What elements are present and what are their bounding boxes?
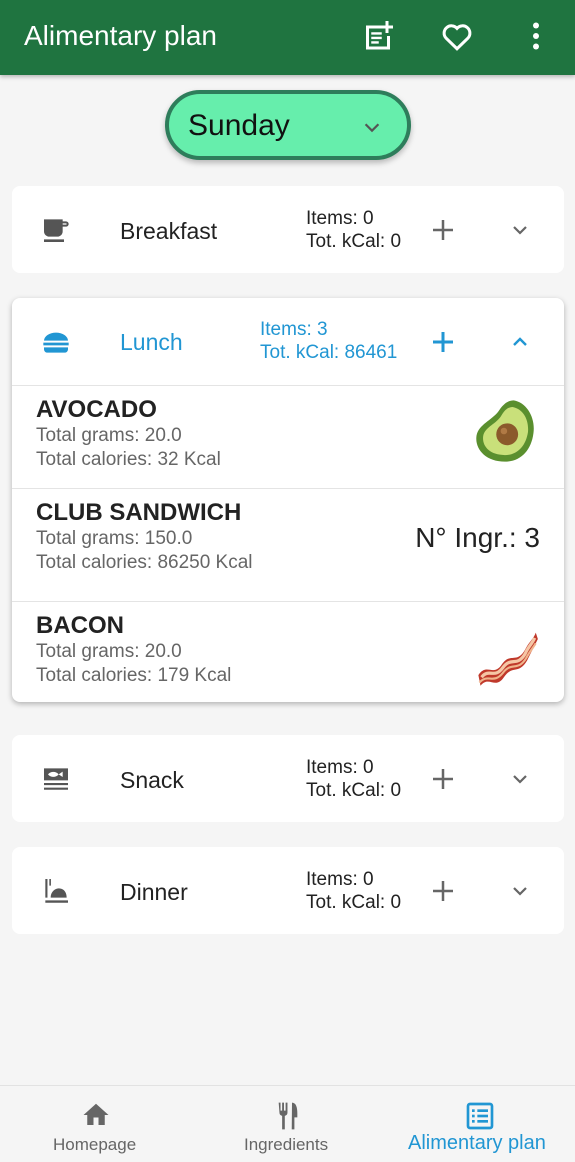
food-calories: Total calories: 179 Kcal [36,665,232,686]
meal-header[interactable]: Breakfast Items: 0 Tot. kCal: 0 [12,186,564,273]
meal-stats: Items: 3 Tot. kCal: 86461 [260,318,397,364]
meal-name: Breakfast [120,218,218,244]
meal-name: Dinner [120,879,188,905]
fork-knife-icon [278,1102,298,1130]
snack-icon [44,768,68,790]
nav-label: Homepage [53,1135,137,1154]
meal-items-count: Items: 0 [306,869,374,890]
meal-stats: Items: 0 Tot. kCal: 0 [306,868,401,914]
chevron-down-icon[interactable] [508,879,532,903]
food-item[interactable]: BACON Total grams: 20.0 Total calories: … [12,601,564,701]
nav-label: Ingredients [244,1135,329,1154]
heart-outline-icon[interactable] [437,16,477,56]
meal-card-dinner: Dinner Items: 0 Tot. kCal: 0 [12,847,564,934]
meal-header[interactable]: Dinner Items: 0 Tot. kCal: 0 [12,847,564,934]
meal-card-lunch: Lunch Items: 3 Tot. kCal: 86461 AVOCADO … [12,298,564,702]
meal-kcal-total: Tot. kCal: 86461 [260,342,398,363]
food-grams: Total grams: 20.0 [36,641,182,662]
meal-header[interactable]: Snack Items: 0 Tot. kCal: 0 [12,735,564,822]
day-selector[interactable]: Sunday [165,90,411,160]
meal-items-count: Items: 0 [306,757,374,778]
avocado-icon [476,400,534,462]
food-grams: Total grams: 150.0 [36,528,193,549]
app-title: Alimentary plan [24,20,217,51]
food-grams: Total grams: 20.0 [36,425,182,446]
food-item[interactable]: AVOCADO Total grams: 20.0 Total calories… [12,385,564,488]
coffee-cup-icon [44,219,69,242]
meal-kcal-total: Tot. kCal: 0 [306,780,402,801]
dinner-icon [45,879,68,903]
food-name: CLUB SANDWICH [36,499,242,526]
bacon-icon [478,632,538,686]
selected-day: Sunday [188,109,290,142]
chevron-up-icon[interactable] [508,330,532,354]
add-button[interactable] [428,876,458,906]
food-item[interactable]: CLUB SANDWICH Total grams: 150.0 Total c… [12,488,564,601]
chevron-down-icon[interactable] [508,218,532,242]
meal-name: Lunch [120,329,183,355]
meal-header[interactable]: Lunch Items: 3 Tot. kCal: 86461 [12,298,564,385]
app-bar: Alimentary plan [0,0,575,75]
nav-ingredients[interactable]: Ingredients [192,1086,384,1162]
meal-kcal-total: Tot. kCal: 0 [306,892,402,913]
ingredients-count: N° Ingr.: 3 [415,522,540,553]
meal-items-count: Items: 0 [306,208,374,229]
meal-kcal-total: Tot. kCal: 0 [306,231,402,252]
list-icon [466,1102,494,1130]
nav-alimentary-plan[interactable]: Alimentary plan [384,1086,575,1162]
nav-label: Alimentary plan [408,1132,546,1154]
add-button[interactable] [428,327,458,357]
add-button[interactable] [428,215,458,245]
more-vertical-icon[interactable] [516,16,556,56]
food-calories: Total calories: 32 Kcal [36,449,221,470]
burger-icon [43,332,69,353]
meal-stats: Items: 0 Tot. kCal: 0 [306,207,401,253]
meal-items-count: Items: 3 [260,319,328,340]
food-name: AVOCADO [36,396,157,423]
meal-card-breakfast: Breakfast Items: 0 Tot. kCal: 0 [12,186,564,273]
meal-name: Snack [120,767,184,793]
add-button[interactable] [428,764,458,794]
food-calories: Total calories: 86250 Kcal [36,552,253,573]
meal-stats: Items: 0 Tot. kCal: 0 [306,756,401,802]
note-add-icon[interactable] [358,16,398,56]
nav-homepage[interactable]: Homepage [0,1086,192,1162]
chevron-down-icon[interactable] [508,767,532,791]
bottom-navigation: Homepage Ingredients Alimentary plan [0,1085,575,1162]
home-icon [83,1103,109,1125]
food-name: BACON [36,612,124,639]
chevron-down-icon [364,123,380,133]
meal-card-snack: Snack Items: 0 Tot. kCal: 0 [12,735,564,822]
